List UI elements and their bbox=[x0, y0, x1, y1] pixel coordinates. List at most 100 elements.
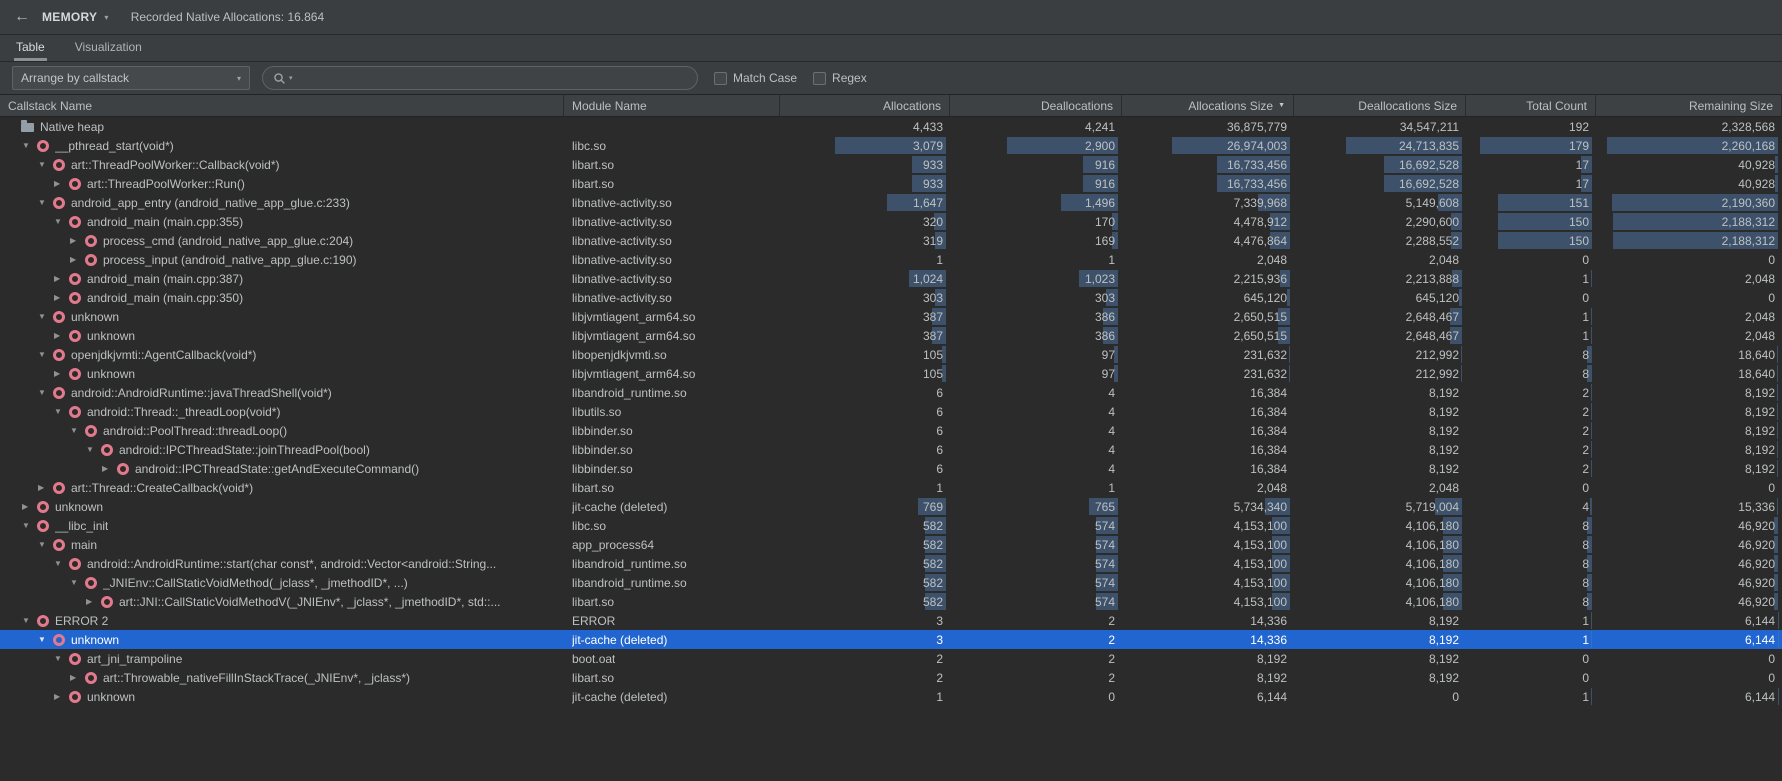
table-row[interactable]: ▶art::ThreadPoolWorker::Run()libart.so93… bbox=[0, 174, 1782, 193]
collapse-arrow-icon[interactable]: ▼ bbox=[86, 445, 101, 454]
collapse-arrow-icon[interactable]: ▼ bbox=[54, 217, 69, 226]
collapse-arrow-icon[interactable]: ▼ bbox=[38, 635, 53, 644]
allocation-site-icon bbox=[69, 330, 81, 342]
value-text: 212,992 bbox=[1416, 348, 1466, 362]
value-text: 933 bbox=[923, 177, 950, 191]
value-text: 4,106,180 bbox=[1406, 595, 1466, 609]
back-arrow-icon[interactable]: ← bbox=[14, 0, 30, 34]
table-row[interactable]: ▶unknownlibjvmtiagent_arm64.so3873862,65… bbox=[0, 326, 1782, 345]
expand-arrow-icon[interactable]: ▶ bbox=[70, 236, 85, 245]
table-row[interactable]: ▼android::AndroidRuntime::javaThreadShel… bbox=[0, 383, 1782, 402]
expand-arrow-icon[interactable]: ▶ bbox=[54, 293, 69, 302]
table-row[interactable]: ▼mainapp_process645825744,153,1004,106,1… bbox=[0, 535, 1782, 554]
column-header-module-name[interactable]: Module Name bbox=[564, 95, 780, 116]
callstack-name: unknown bbox=[87, 329, 135, 343]
column-header-allocations-size[interactable]: Allocations Size▼ bbox=[1122, 95, 1294, 116]
table-row[interactable]: ▶android::IPCThreadState::getAndExecuteC… bbox=[0, 459, 1782, 478]
match-case-checkbox[interactable]: Match Case bbox=[714, 71, 797, 85]
table-row[interactable]: ▶unknownjit-cache (deleted)106,144016,14… bbox=[0, 687, 1782, 706]
collapse-arrow-icon[interactable]: ▼ bbox=[70, 426, 85, 435]
value-text: 40,928 bbox=[1738, 158, 1782, 172]
table-row[interactable]: ▶unknownjit-cache (deleted)7697655,734,3… bbox=[0, 497, 1782, 516]
collapse-arrow-icon[interactable]: ▼ bbox=[54, 654, 69, 663]
table-row[interactable]: ▶android_main (main.cpp:387)libnative-ac… bbox=[0, 269, 1782, 288]
expand-arrow-icon[interactable]: ▶ bbox=[102, 464, 117, 473]
table-row[interactable]: ▼unknownjit-cache (deleted)3214,3368,192… bbox=[0, 630, 1782, 649]
value-text: 916 bbox=[1095, 177, 1122, 191]
table-row[interactable]: ▼ERROR 2ERROR3214,3368,19216,144 bbox=[0, 611, 1782, 630]
expand-arrow-icon[interactable]: ▶ bbox=[54, 179, 69, 188]
expand-arrow-icon[interactable]: ▶ bbox=[38, 483, 53, 492]
column-header-total-count[interactable]: Total Count bbox=[1466, 95, 1596, 116]
expand-arrow-icon[interactable]: ▶ bbox=[70, 673, 85, 682]
collapse-arrow-icon[interactable]: ▼ bbox=[38, 160, 53, 169]
tab-visualization[interactable]: Visualization bbox=[73, 35, 144, 61]
collapse-arrow-icon[interactable]: ▼ bbox=[22, 141, 37, 150]
collapse-arrow-icon[interactable]: ▼ bbox=[70, 578, 85, 587]
expand-arrow-icon[interactable]: ▶ bbox=[54, 692, 69, 701]
expand-arrow-icon[interactable]: ▶ bbox=[70, 255, 85, 264]
expand-arrow-icon[interactable]: ▶ bbox=[54, 274, 69, 283]
deallocations-cell: 574 bbox=[950, 573, 1122, 592]
column-header-allocations[interactable]: Allocations bbox=[780, 95, 950, 116]
allocation-site-icon bbox=[53, 539, 65, 551]
table-row[interactable]: ▶art::Throwable_nativeFillInStackTrace(_… bbox=[0, 668, 1782, 687]
collapse-arrow-icon[interactable]: ▼ bbox=[54, 407, 69, 416]
collapse-arrow-icon[interactable]: ▼ bbox=[38, 388, 53, 397]
table-row[interactable]: ▼android_main (main.cpp:355)libnative-ac… bbox=[0, 212, 1782, 231]
allocation-site-icon bbox=[69, 691, 81, 703]
deallocations-cell: 574 bbox=[950, 535, 1122, 554]
module-name: libopenjdkjvmti.so bbox=[572, 348, 667, 362]
arrange-dropdown[interactable]: Arrange by callstack ▾ bbox=[12, 66, 250, 90]
collapse-arrow-icon[interactable]: ▼ bbox=[38, 540, 53, 549]
table-row[interactable]: ▼openjdkjvmti::AgentCallback(void*)libop… bbox=[0, 345, 1782, 364]
allocation-site-icon bbox=[69, 273, 81, 285]
session-selector[interactable]: MEMORY ▾ bbox=[42, 10, 109, 24]
collapse-arrow-icon[interactable]: ▼ bbox=[38, 312, 53, 321]
table-row[interactable]: ▼android::Thread::_threadLoop(void*)libu… bbox=[0, 402, 1782, 421]
value-text: 17 bbox=[1576, 158, 1596, 172]
table-row[interactable]: ▼__libc_initlibc.so5825744,153,1004,106,… bbox=[0, 516, 1782, 535]
table-row[interactable]: Native heap4,4334,24136,875,77934,547,21… bbox=[0, 117, 1782, 136]
table-row[interactable]: ▼art::ThreadPoolWorker::Callback(void*)l… bbox=[0, 155, 1782, 174]
expand-arrow-icon[interactable]: ▶ bbox=[54, 369, 69, 378]
column-header-remaining-size[interactable]: Remaining Size bbox=[1596, 95, 1782, 116]
table-row[interactable]: ▶art::Thread::CreateCallback(void*)libar… bbox=[0, 478, 1782, 497]
regex-checkbox[interactable]: Regex bbox=[813, 71, 867, 85]
callstack-name: unknown bbox=[87, 690, 135, 704]
expand-arrow-icon[interactable]: ▶ bbox=[54, 331, 69, 340]
table-row[interactable]: ▼unknownlibjvmtiagent_arm64.so3873862,65… bbox=[0, 307, 1782, 326]
tab-table[interactable]: Table bbox=[14, 35, 47, 61]
total-count-cell: 8 bbox=[1466, 516, 1596, 535]
table-row[interactable]: ▶process_cmd (android_native_app_glue.c:… bbox=[0, 231, 1782, 250]
table-row[interactable]: ▼art_jni_trampolineboot.oat228,1928,1920… bbox=[0, 649, 1782, 668]
collapse-arrow-icon[interactable]: ▼ bbox=[38, 198, 53, 207]
table-row[interactable]: ▼android::AndroidRuntime::start(char con… bbox=[0, 554, 1782, 573]
search-input[interactable] bbox=[300, 70, 687, 86]
deallocations-cell: 916 bbox=[950, 174, 1122, 193]
tree-indent bbox=[0, 183, 54, 184]
column-header-deallocations-size[interactable]: Deallocations Size bbox=[1294, 95, 1466, 116]
table-row[interactable]: ▼android::IPCThreadState::joinThreadPool… bbox=[0, 440, 1782, 459]
table-row[interactable]: ▼android::PoolThread::threadLoop()libbin… bbox=[0, 421, 1782, 440]
expand-arrow-icon[interactable]: ▶ bbox=[86, 597, 101, 606]
search-field[interactable]: ▾ bbox=[262, 66, 698, 90]
table-row[interactable]: ▼__pthread_start(void*)libc.so3,0792,900… bbox=[0, 136, 1782, 155]
value-text: 933 bbox=[923, 158, 950, 172]
collapse-arrow-icon[interactable]: ▼ bbox=[22, 616, 37, 625]
remaining-size-cell: 8,192 bbox=[1596, 402, 1782, 421]
collapse-arrow-icon[interactable]: ▼ bbox=[54, 559, 69, 568]
column-header-deallocations[interactable]: Deallocations bbox=[950, 95, 1122, 116]
collapse-arrow-icon[interactable]: ▼ bbox=[22, 521, 37, 530]
column-header-callstack-name[interactable]: Callstack Name bbox=[0, 95, 564, 116]
table-row[interactable]: ▶art::JNI::CallStaticVoidMethodV(_JNIEnv… bbox=[0, 592, 1782, 611]
collapse-arrow-icon[interactable]: ▼ bbox=[38, 350, 53, 359]
value-text: 3 bbox=[936, 633, 950, 647]
table-row[interactable]: ▼_JNIEnv::CallStaticVoidMethod(_jclass*,… bbox=[0, 573, 1782, 592]
expand-arrow-icon[interactable]: ▶ bbox=[22, 502, 37, 511]
table-row[interactable]: ▼android_app_entry (android_native_app_g… bbox=[0, 193, 1782, 212]
table-row[interactable]: ▶process_input (android_native_app_glue.… bbox=[0, 250, 1782, 269]
table-row[interactable]: ▶unknownlibjvmtiagent_arm64.so10597231,6… bbox=[0, 364, 1782, 383]
module-name-cell: libjvmtiagent_arm64.so bbox=[564, 326, 780, 345]
table-row[interactable]: ▶android_main (main.cpp:350)libnative-ac… bbox=[0, 288, 1782, 307]
